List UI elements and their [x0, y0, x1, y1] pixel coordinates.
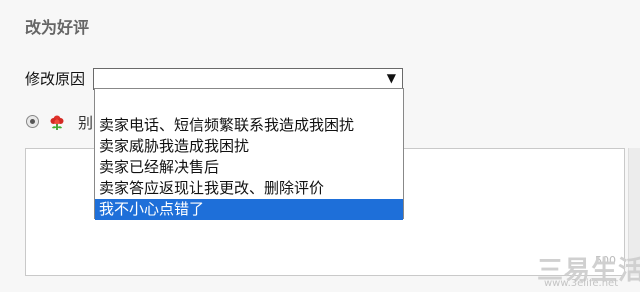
rating-label: 别 [78, 114, 94, 132]
watermark-url: www.3elife.net [544, 278, 619, 289]
reason-label: 修改原因 [25, 70, 86, 88]
dropdown-option[interactable]: 卖家已经解决售后 [95, 157, 403, 178]
reason-select[interactable]: ▼ [93, 68, 403, 90]
chevron-down-icon: ▼ [386, 71, 396, 85]
flower-icon [50, 115, 64, 130]
dropdown-option-selected[interactable]: 我不小心点错了 [95, 199, 403, 220]
watermark: 三易生活 www.3elife.net [537, 250, 640, 292]
reason-dropdown-list: 卖家电话、短信频繁联系我造成我困扰 卖家威胁我造成我困扰 卖家已经解决售后 卖家… [94, 88, 404, 220]
dropdown-option[interactable]: 卖家威胁我造成我困扰 [95, 136, 403, 157]
dropdown-option[interactable]: 卖家电话、短信频繁联系我造成我困扰 [95, 115, 403, 136]
rating-radio[interactable] [26, 115, 39, 128]
dropdown-option[interactable]: 卖家答应返现让我更改、删除评价 [95, 178, 403, 199]
page-title: 改为好评 [25, 18, 90, 37]
